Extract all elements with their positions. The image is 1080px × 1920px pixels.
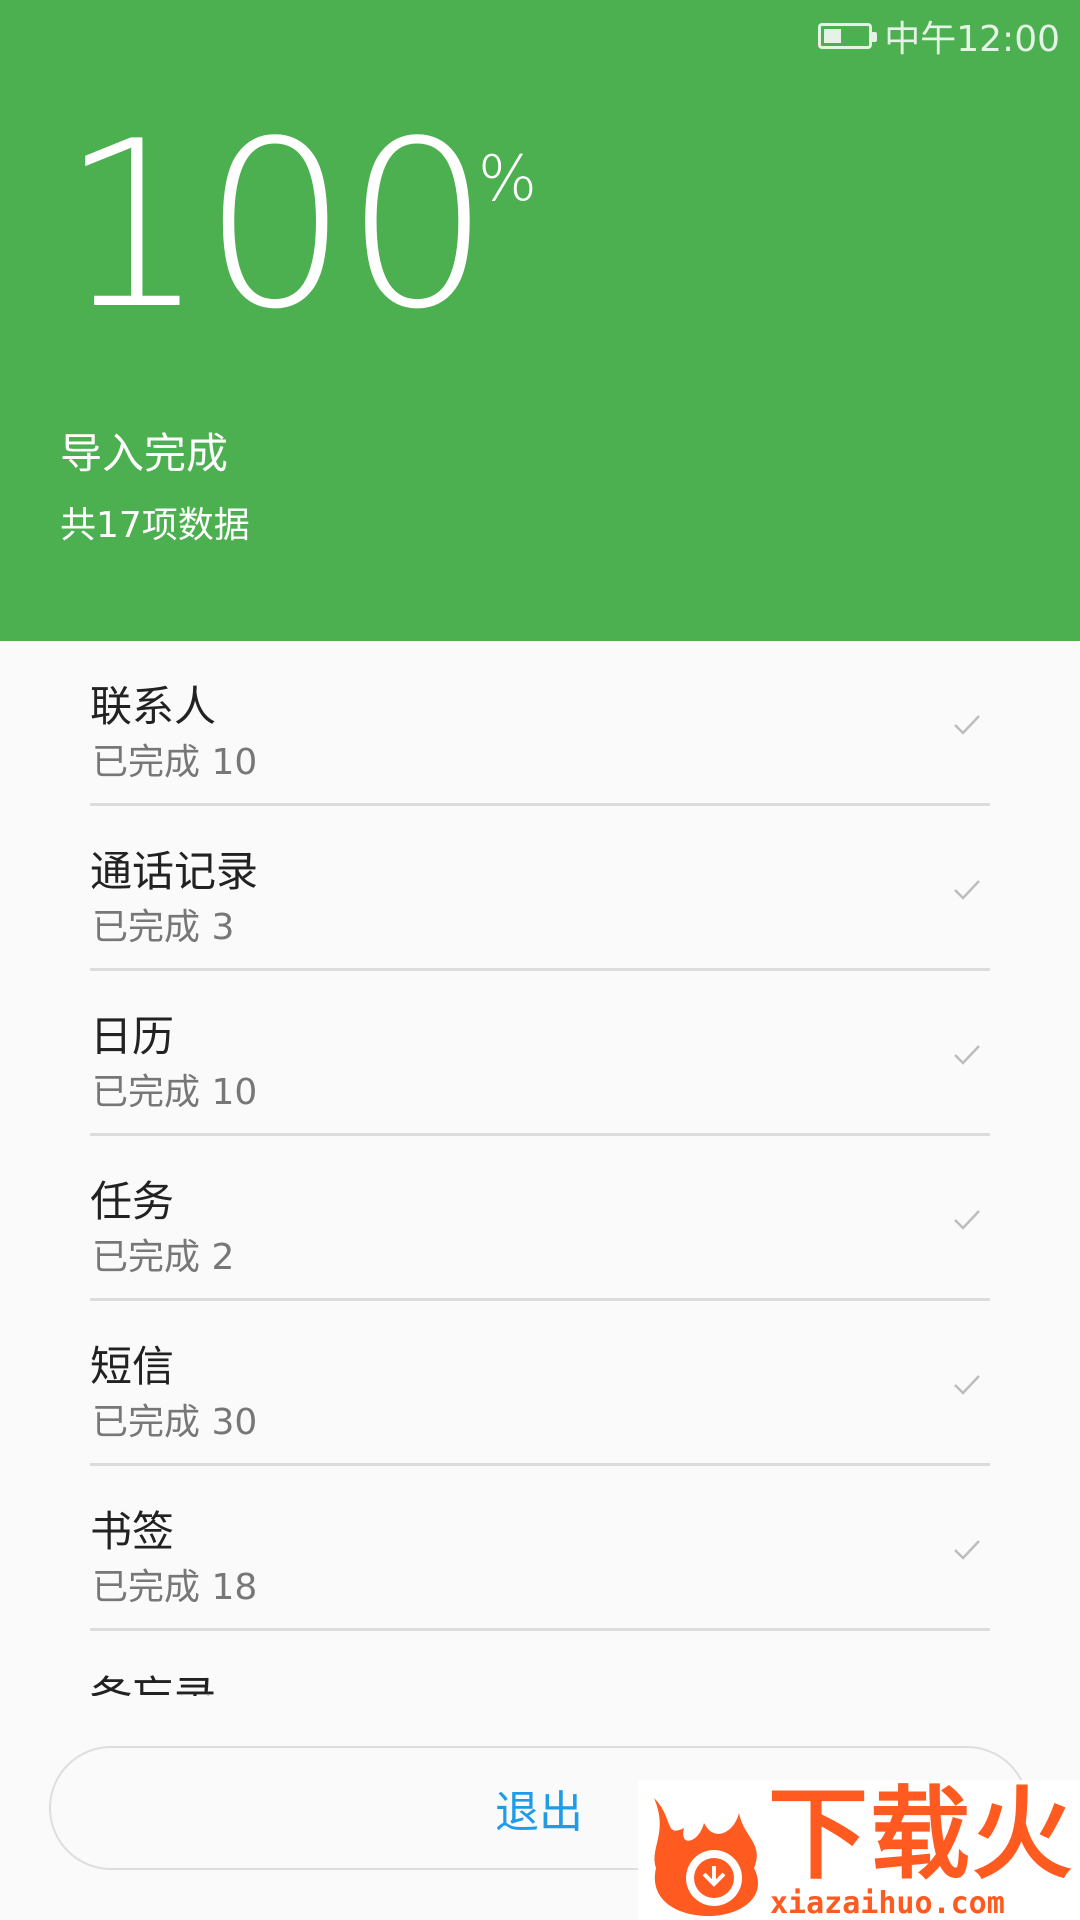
list-item: 联系人 已完成 10 (90, 641, 990, 806)
check-icon (954, 1210, 980, 1230)
progress-percent: 100 (60, 93, 491, 360)
flame-logo-icon (654, 1798, 758, 1916)
list-item: 书签 已完成 18 (90, 1466, 990, 1631)
check-icon (954, 1045, 980, 1065)
check-icon (954, 1540, 980, 1560)
item-status: 已完成 3 (92, 907, 235, 948)
check-icon (954, 880, 980, 900)
item-title: 短信 (90, 1342, 175, 1391)
item-title: 通话记录 (90, 847, 259, 896)
item-status: 已完成 30 (92, 1402, 258, 1443)
battery-icon (818, 23, 878, 49)
watermark-brand: 下载火 (768, 1776, 1074, 1893)
item-status: 已完成 18 (92, 1567, 258, 1608)
list-item: 日历 已完成 10 (90, 971, 990, 1136)
import-status-title: 导入完成 (60, 429, 229, 478)
item-title: 备忘录 (90, 1663, 216, 1696)
screen: 中午12:00 100 % 导入完成 共17项数据 联系人 已完成 10 通话记… (0, 0, 1080, 1920)
exit-button-label: 退出 (495, 1787, 583, 1838)
item-title: 日历 (90, 1012, 175, 1061)
item-title: 联系人 (90, 682, 217, 731)
watermark-logo: 下载火 xiazaihuo.com (638, 1780, 1080, 1920)
list-item: 通话记录 已完成 3 (90, 806, 990, 971)
list-item: 备忘录 (90, 1631, 990, 1696)
item-title: 书签 (90, 1507, 175, 1556)
percent-sign: % (478, 142, 537, 215)
header: 中午12:00 100 % 导入完成 共17项数据 (0, 0, 1080, 641)
item-title: 任务 (90, 1177, 175, 1226)
item-status: 已完成 2 (92, 1237, 235, 1278)
import-results-list[interactable]: 联系人 已完成 10 通话记录 已完成 3 日历 已完成 10 任务 已完成 2… (90, 641, 990, 1696)
status-time: 中午12:00 (884, 19, 1060, 60)
check-icon (954, 1375, 980, 1395)
watermark-url: xiazaihuo.com (770, 1886, 1005, 1920)
status-bar: 中午12:00 (818, 14, 1060, 60)
item-status: 已完成 10 (92, 1072, 258, 1113)
battery-fill (824, 29, 841, 43)
item-status: 已完成 10 (92, 742, 258, 783)
import-count: 共17项数据 (60, 505, 250, 546)
list-item: 短信 已完成 30 (90, 1301, 990, 1466)
list-item: 任务 已完成 2 (90, 1136, 990, 1301)
check-icon (954, 715, 980, 735)
